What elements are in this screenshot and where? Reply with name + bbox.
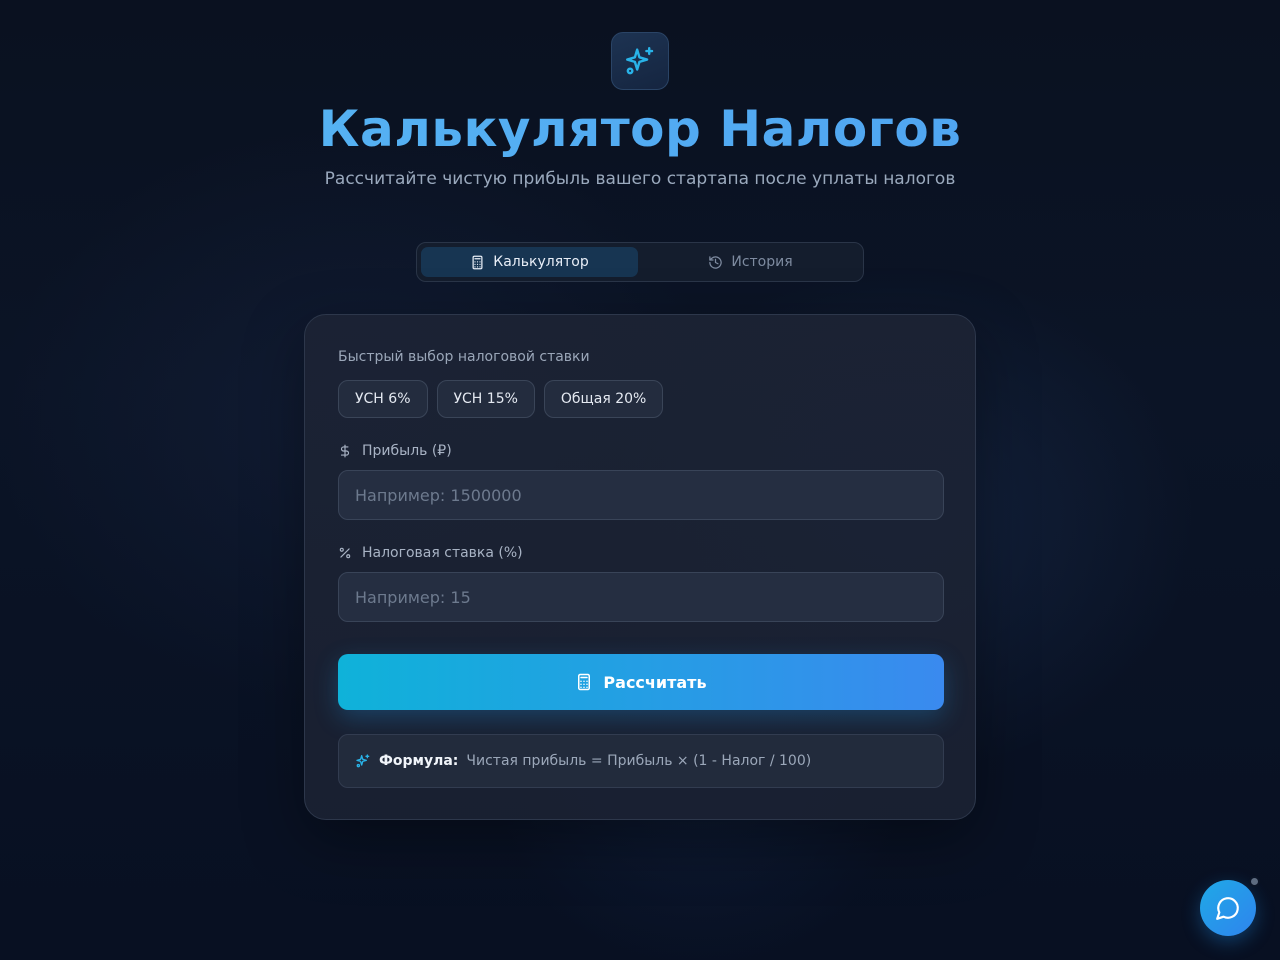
calculate-button[interactable]: Рассчитать <box>338 654 944 710</box>
preset-usn-6-button[interactable]: УСН 6% <box>338 380 428 418</box>
tab-bar: Калькулятор История <box>416 242 864 282</box>
app-logo <box>611 32 669 90</box>
history-icon <box>709 255 723 269</box>
page-subtitle: Рассчитайте чистую прибыль вашего старта… <box>324 169 956 189</box>
sparkles-icon <box>626 47 654 75</box>
tab-history-label: История <box>731 254 793 270</box>
preset-usn-15-button[interactable]: УСН 15% <box>436 380 535 418</box>
tab-history[interactable]: История <box>642 247 859 277</box>
rate-label: Налоговая ставка (%) <box>338 545 523 561</box>
tab-calculator-label: Калькулятор <box>493 254 589 270</box>
page-title: Калькулятор Налогов <box>0 100 1280 158</box>
sparkles-icon <box>356 754 370 768</box>
percent-icon <box>338 546 352 560</box>
formula-text: Чистая прибыль = Прибыль × (1 - Налог / … <box>466 753 812 769</box>
calculator-card: Быстрый выбор налоговой ставки УСН 6% УС… <box>304 314 976 820</box>
chat-bubble-icon <box>1216 897 1239 920</box>
formula-note: Формула: Чистая прибыль = Прибыль × (1 -… <box>338 734 944 788</box>
profit-input[interactable] <box>338 470 944 520</box>
calculate-button-label: Рассчитать <box>603 672 707 692</box>
status-dot <box>1249 876 1260 887</box>
dollar-icon <box>338 443 352 459</box>
rate-input[interactable] <box>338 572 944 622</box>
profit-label-text: Прибыль (₽) <box>362 443 452 459</box>
quick-rate-label: Быстрый выбор налоговой ставки <box>338 349 590 365</box>
rate-presets: УСН 6% УСН 15% Общая 20% <box>338 380 664 418</box>
formula-label: Формула: <box>379 753 459 769</box>
rate-label-text: Налоговая ставка (%) <box>362 545 523 561</box>
calculator-icon <box>578 673 591 691</box>
chat-button[interactable] <box>1200 880 1256 936</box>
tab-calculator[interactable]: Калькулятор <box>421 247 638 277</box>
preset-general-20-button[interactable]: Общая 20% <box>543 380 664 418</box>
profit-label: Прибыль (₽) <box>338 443 452 459</box>
calculator-icon <box>472 255 483 269</box>
